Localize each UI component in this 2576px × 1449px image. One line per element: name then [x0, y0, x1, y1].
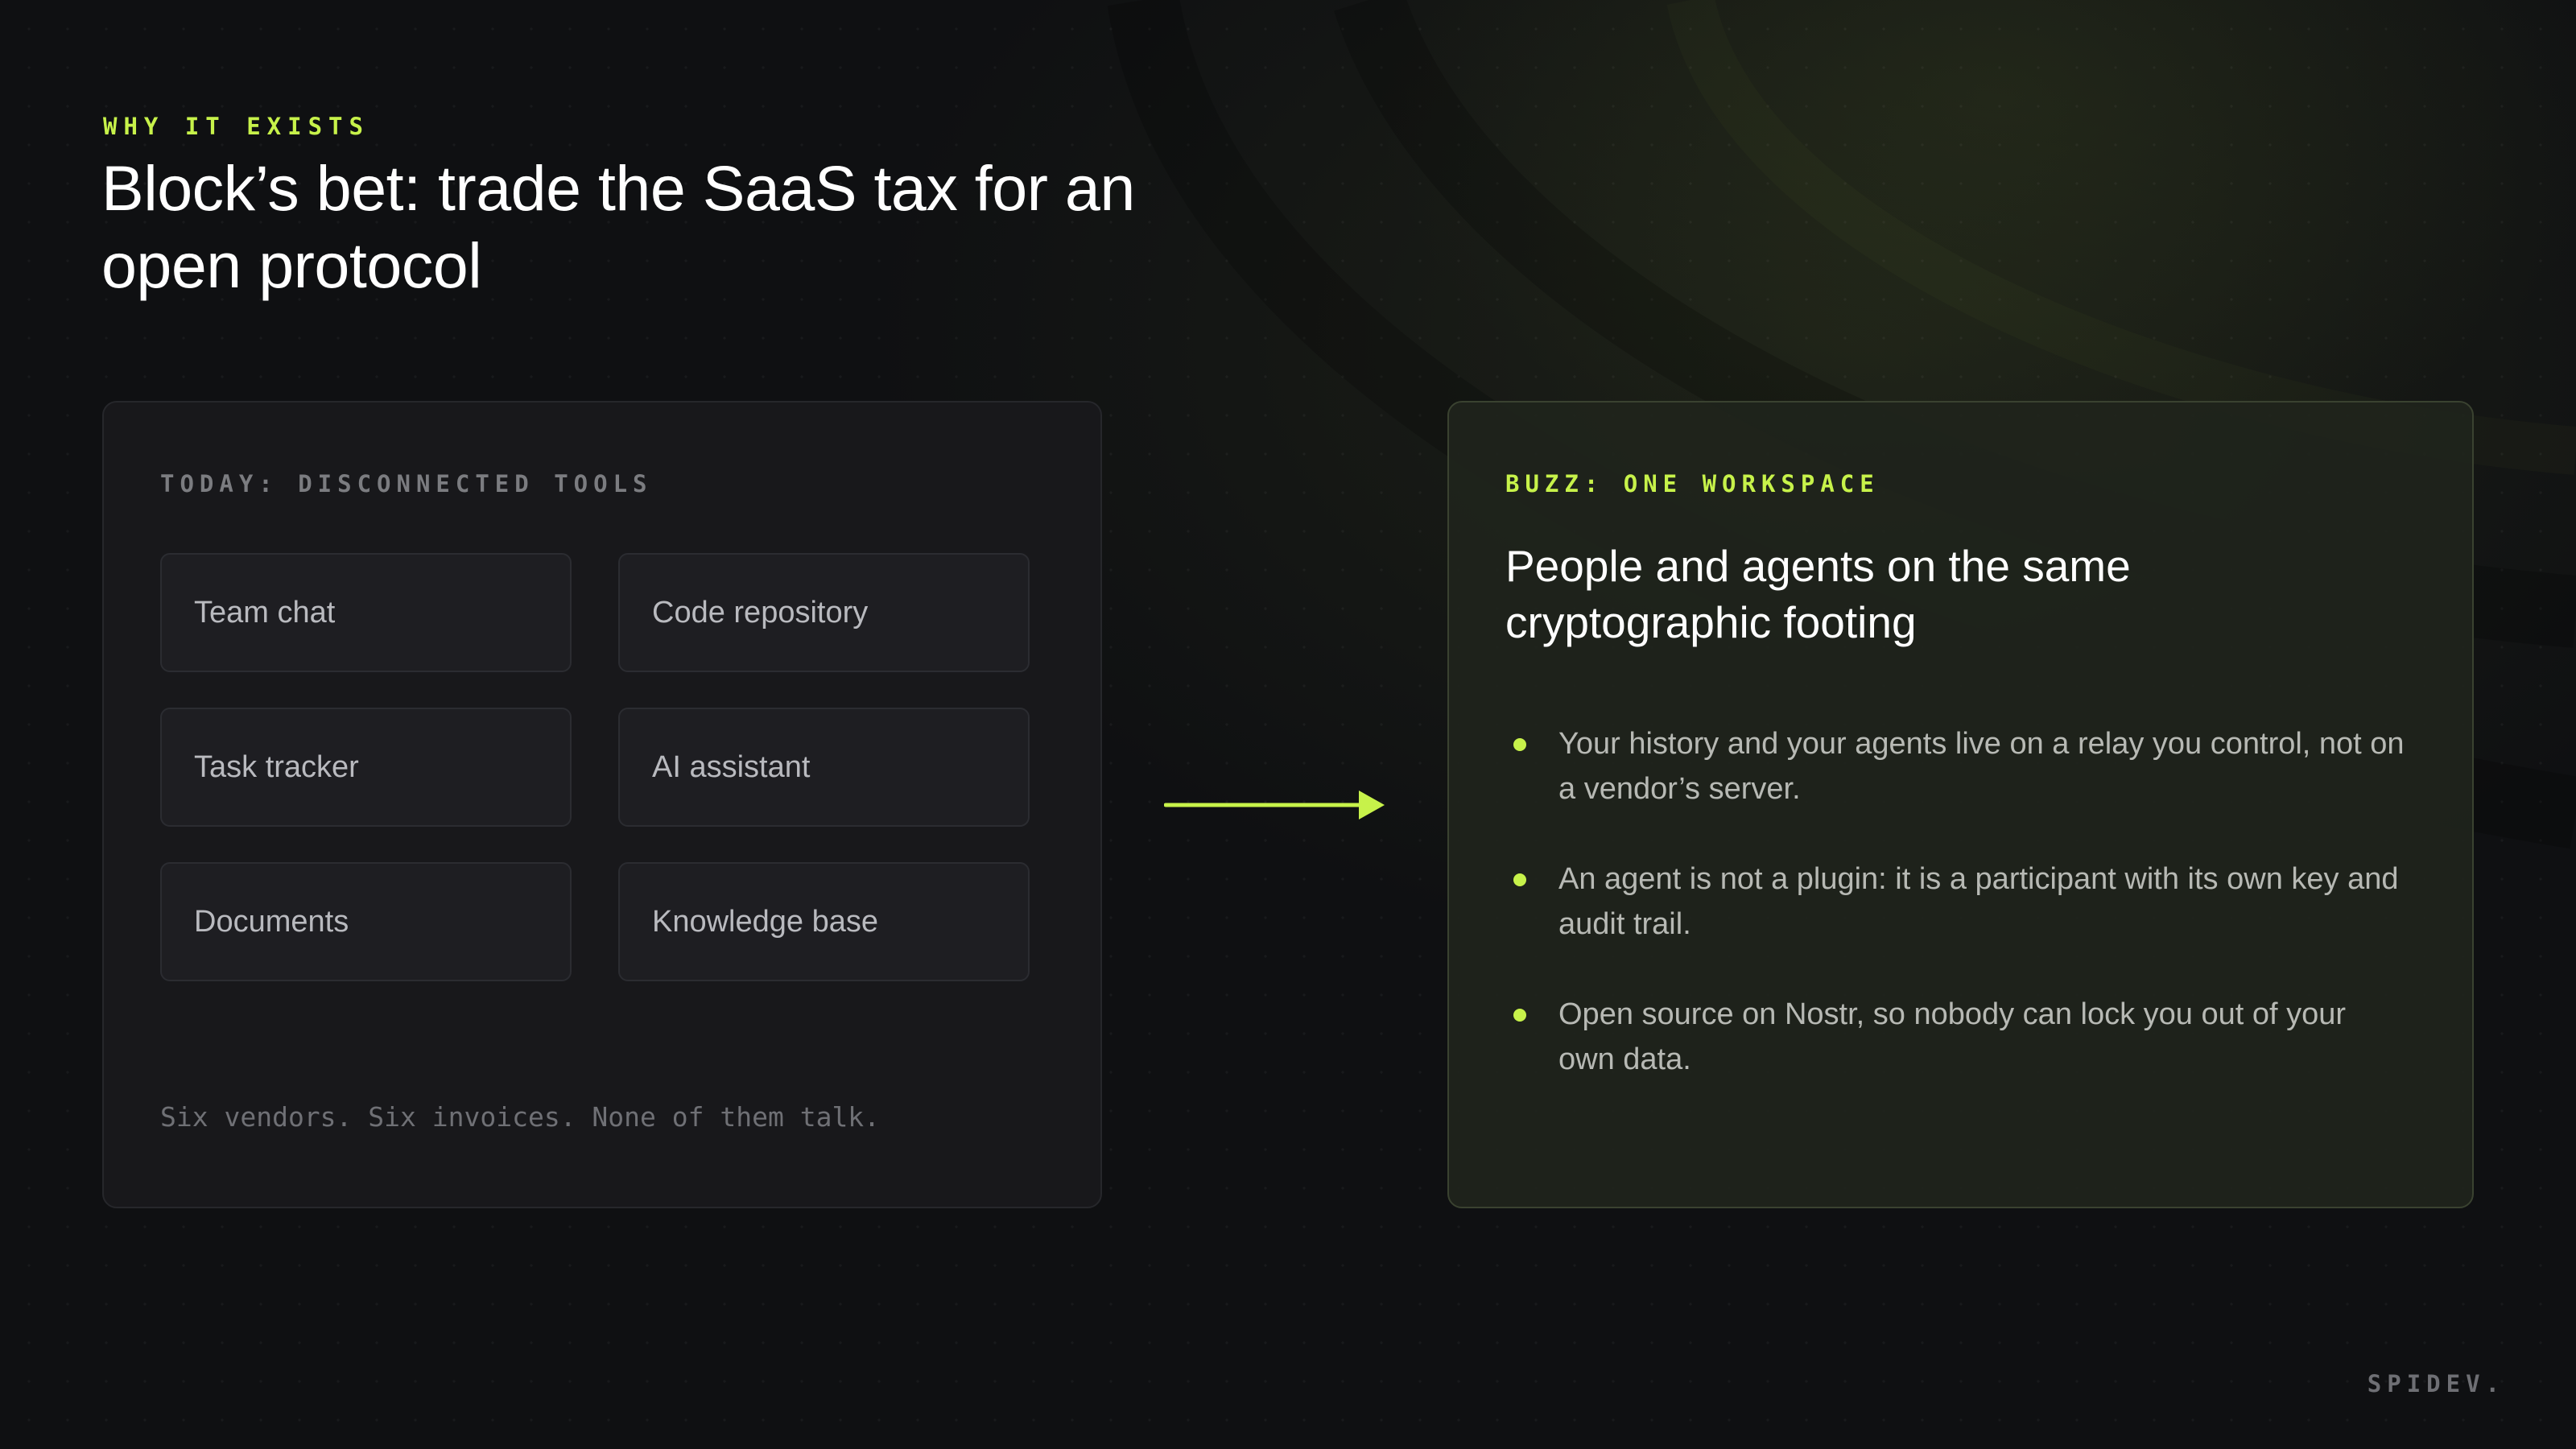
tool-tile-ai-assistant: AI assistant: [618, 708, 1030, 827]
buzz-card-label: BUZZ: ONE WORKSPACE: [1505, 470, 1880, 497]
bullet-dot-icon: [1513, 873, 1526, 886]
tool-tile-code-repository: Code repository: [618, 553, 1030, 672]
bullet-text: Open source on Nostr, so nobody can lock…: [1558, 997, 2347, 1076]
brand-logo: SPIDEV.: [2367, 1370, 2505, 1397]
slide-kicker: WHY IT EXISTS: [103, 113, 369, 140]
buzz-card: BUZZ: ONE WORKSPACE People and agents on…: [1447, 401, 2474, 1208]
today-card-label: TODAY: DISCONNECTED TOOLS: [160, 470, 653, 497]
bullet-item: An agent is not a plugin: it is a partic…: [1505, 857, 2407, 947]
tool-tile-documents: Documents: [160, 862, 572, 981]
tool-grid: Team chat Code repository Task tracker A…: [160, 553, 1032, 981]
today-card: TODAY: DISCONNECTED TOOLS Team chat Code…: [102, 401, 1102, 1208]
buzz-bullet-list: Your history and your agents live on a r…: [1505, 721, 2407, 1127]
buzz-card-title: People and agents on the same cryptograp…: [1505, 541, 2131, 647]
bullet-item: Open source on Nostr, so nobody can lock…: [1505, 992, 2407, 1082]
today-card-footnote: Six vendors. Six invoices. None of them …: [160, 1101, 881, 1133]
bullet-item: Your history and your agents live on a r…: [1505, 721, 2407, 811]
tool-tile-task-tracker: Task tracker: [160, 708, 572, 827]
tool-tile-knowledge-base: Knowledge base: [618, 862, 1030, 981]
bullet-text: An agent is not a plugin: it is a partic…: [1558, 862, 2399, 941]
bullet-dot-icon: [1513, 738, 1526, 751]
bullet-text: Your history and your agents live on a r…: [1558, 727, 2405, 806]
bullet-dot-icon: [1513, 1009, 1526, 1022]
slide-headline: Block’s bet: trade the SaaS tax for an o…: [101, 152, 1135, 301]
arrow-right-icon: [1164, 791, 1385, 819]
tool-tile-team-chat: Team chat: [160, 553, 572, 672]
